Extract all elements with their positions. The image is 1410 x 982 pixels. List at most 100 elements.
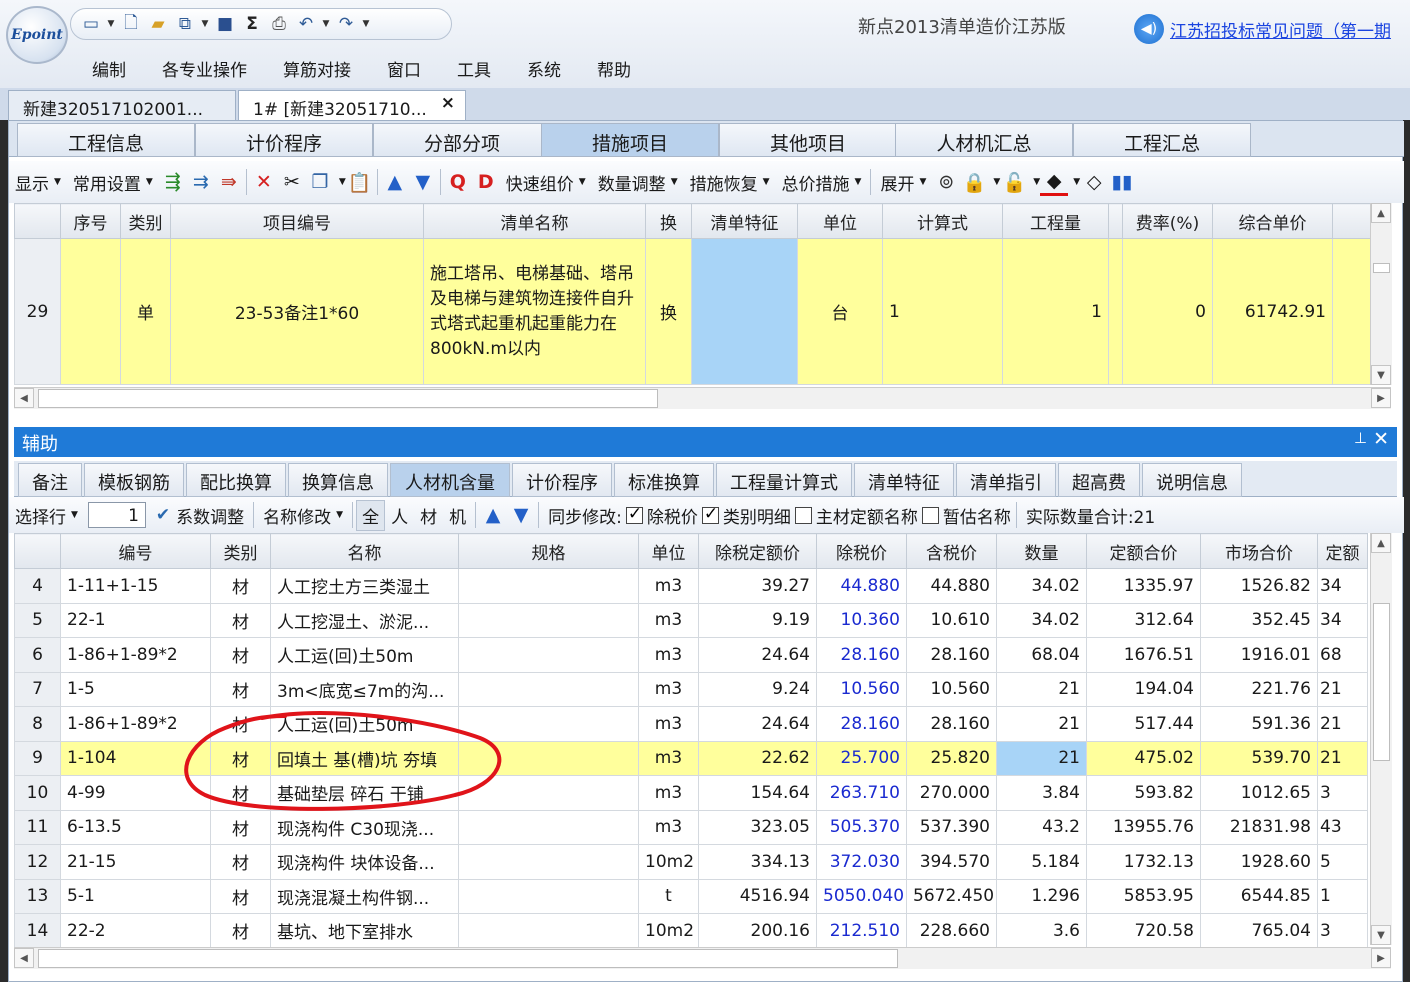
quota-price-cell[interactable]: 24.64: [698, 637, 817, 673]
insert-child-icon[interactable]: ⇉: [187, 168, 215, 196]
name-cell[interactable]: 人工挖土方三类湿土: [270, 568, 459, 604]
name-cell[interactable]: 人工运(回)土50m: [270, 637, 459, 673]
eraser-icon[interactable]: ◇: [1080, 168, 1108, 196]
table-row[interactable]: 5 22-1 材人工挖湿土、淤泥... m3 9.19 10.360 10.610 34.02…: [14, 602, 1368, 638]
close-panel-icon[interactable]: ✕: [1373, 428, 1389, 450]
coef-adjust-button[interactable]: ✔ 系数调整: [150, 503, 250, 528]
save-icon[interactable]: ■: [213, 13, 237, 35]
market-total-cell[interactable]: 1928.60: [1200, 844, 1318, 880]
column-header[interactable]: 数量: [996, 533, 1087, 569]
table-row[interactable]: 10 4-99 材基础垫层 碎石 干铺 m3 154.64 263.710 270.000 3…: [14, 775, 1368, 811]
unit-cell[interactable]: m3: [638, 706, 699, 742]
tax-excluded-price-cell[interactable]: 212.510: [816, 913, 907, 949]
pin-icon[interactable]: ⊥: [1354, 429, 1367, 447]
extra-cell[interactable]: 68: [1317, 637, 1368, 673]
name-cell[interactable]: 人工挖湿土、淤泥...: [270, 602, 459, 638]
print-icon[interactable]: ⎙: [267, 13, 291, 35]
scroll-right-icon[interactable]: ▶: [1371, 388, 1391, 408]
unit-cell[interactable]: m3: [638, 775, 699, 811]
type-cell[interactable]: 材: [210, 809, 271, 845]
scroll-right-icon[interactable]: ▶: [1371, 948, 1391, 968]
new-window-icon[interactable]: ▭: [79, 13, 103, 35]
type-cell[interactable]: 材: [210, 637, 271, 673]
tax-excluded-price-cell[interactable]: 5050.040: [816, 878, 907, 914]
tab-remarks[interactable]: 备注: [18, 463, 82, 497]
column-header[interactable]: 市场合价: [1200, 533, 1318, 569]
market-total-cell[interactable]: 221.76: [1200, 671, 1318, 707]
scroll-down-icon[interactable]: ▼: [1371, 365, 1391, 385]
quota-total-cell[interactable]: 720.58: [1086, 913, 1201, 949]
market-total-cell[interactable]: 352.45: [1200, 602, 1318, 638]
quota-total-cell[interactable]: 5853.95: [1086, 878, 1201, 914]
table-row[interactable]: 8 1-86+1-89*2 材人工运(回)土50m m3 24.64 28.160 28.1…: [14, 706, 1368, 742]
tab-pricing-procedure-aux[interactable]: 计价程序: [512, 463, 612, 497]
scroll-left-icon[interactable]: ◀: [14, 388, 34, 408]
menu-window[interactable]: 窗口: [387, 54, 421, 83]
chart-icon[interactable]: ▮▮: [1108, 168, 1136, 196]
quantity-cell[interactable]: 21: [996, 740, 1087, 776]
quantity-cell[interactable]: 21: [996, 706, 1087, 742]
unit-cell[interactable]: t: [638, 878, 699, 914]
menu-discipline-ops[interactable]: 各专业操作: [162, 54, 247, 83]
column-header[interactable]: 单位: [797, 203, 883, 239]
tab-measure-items[interactable]: 措施项目: [541, 123, 719, 157]
dropdown-arrow-icon[interactable]: ▼: [1033, 177, 1040, 187]
tab-resource-summary[interactable]: 人材机汇总: [895, 123, 1073, 157]
delete-icon[interactable]: ✕: [250, 168, 278, 196]
extra-cell[interactable]: 5: [1317, 844, 1368, 880]
quota-total-cell[interactable]: 475.02: [1086, 740, 1201, 776]
code-cell[interactable]: 22-1: [60, 602, 211, 638]
table-row[interactable]: 6 1-86+1-89*2 材人工运(回)土50m m3 24.64 28.160 28.1…: [14, 637, 1368, 673]
dropdown-arrow-icon[interactable]: ▼: [1073, 177, 1080, 187]
quota-total-cell[interactable]: 1676.51: [1086, 637, 1201, 673]
scroll-up-icon[interactable]: ▲: [1371, 203, 1391, 223]
quota-price-cell[interactable]: 24.64: [698, 706, 817, 742]
type-cell[interactable]: 材: [210, 602, 271, 638]
filter-labor[interactable]: 人: [385, 503, 414, 528]
column-header[interactable]: 规格: [458, 533, 639, 569]
dropdown-arrow-icon[interactable]: ▼: [993, 177, 1000, 187]
table-row[interactable]: 4 1-11+1-15 材人工挖土方三类湿土 m3 39.27 44.880 44.880 3…: [14, 568, 1368, 604]
unit-cell[interactable]: m3: [638, 740, 699, 776]
market-total-cell[interactable]: 1526.82: [1200, 568, 1318, 604]
tab-project-summary[interactable]: 工程汇总: [1073, 123, 1251, 157]
unit-cell[interactable]: m3: [638, 671, 699, 707]
spec-cell[interactable]: [458, 913, 639, 949]
menu-tools[interactable]: 工具: [457, 54, 491, 83]
seq-cell[interactable]: [60, 238, 121, 385]
name-modify-dropdown[interactable]: 名称修改 ▼: [257, 503, 349, 528]
type-cell[interactable]: 材: [210, 878, 271, 914]
main-material-checkbox[interactable]: [794, 506, 812, 524]
code-cell[interactable]: 1-5: [60, 671, 211, 707]
column-header[interactable]: 项目编号: [170, 203, 424, 239]
spec-cell[interactable]: [458, 809, 639, 845]
column-header[interactable]: 换: [645, 203, 692, 239]
column-header[interactable]: 计算式: [882, 203, 1003, 239]
name-cell[interactable]: 现浇构件 块体设备...: [270, 844, 459, 880]
row-number[interactable]: 10: [14, 775, 61, 811]
column-header[interactable]: 定额合价: [1086, 533, 1201, 569]
name-cell[interactable]: 施工塔吊、电梯基础、塔吊及电梯与建筑物连接件自升式塔式起重机起重能力在800kN…: [423, 238, 646, 385]
quantity-cell[interactable]: 3.6: [996, 913, 1087, 949]
filter-machine[interactable]: 机: [443, 503, 472, 528]
quota-total-cell[interactable]: 1732.13: [1086, 844, 1201, 880]
row-number[interactable]: 12: [14, 844, 61, 880]
column-header[interactable]: 费率(%): [1122, 203, 1213, 239]
tab-list-feature[interactable]: 清单特征: [854, 463, 954, 497]
upper-horizontal-scrollbar[interactable]: ◀ ▶: [14, 387, 1391, 409]
code-cell[interactable]: 4-99: [60, 775, 211, 811]
market-total-cell[interactable]: 6544.85: [1200, 878, 1318, 914]
table-row[interactable]: 29 单 23-53备注1*60 施工塔吊、电梯基础、塔吊及电梯与建筑物连接件自…: [14, 238, 1373, 385]
tax-included-price-cell[interactable]: 537.390: [906, 809, 997, 845]
tab-mix-conversion[interactable]: 配比换算: [186, 463, 286, 497]
row-number[interactable]: 14: [14, 913, 61, 949]
scroll-thumb[interactable]: [38, 389, 658, 408]
quota-price-cell[interactable]: 154.64: [698, 775, 817, 811]
unit-cell[interactable]: m3: [638, 602, 699, 638]
quantity-cell[interactable]: 34.02: [996, 568, 1087, 604]
column-header[interactable]: 清单名称: [423, 203, 646, 239]
extra-cell[interactable]: 34: [1317, 568, 1368, 604]
table-row[interactable]: 9 1-104 材回填土 基(槽)坑 夯填 m3 22.62 25.700 25.820 21…: [14, 740, 1368, 776]
quota-price-cell[interactable]: 22.62: [698, 740, 817, 776]
quota-price-cell[interactable]: 9.19: [698, 602, 817, 638]
